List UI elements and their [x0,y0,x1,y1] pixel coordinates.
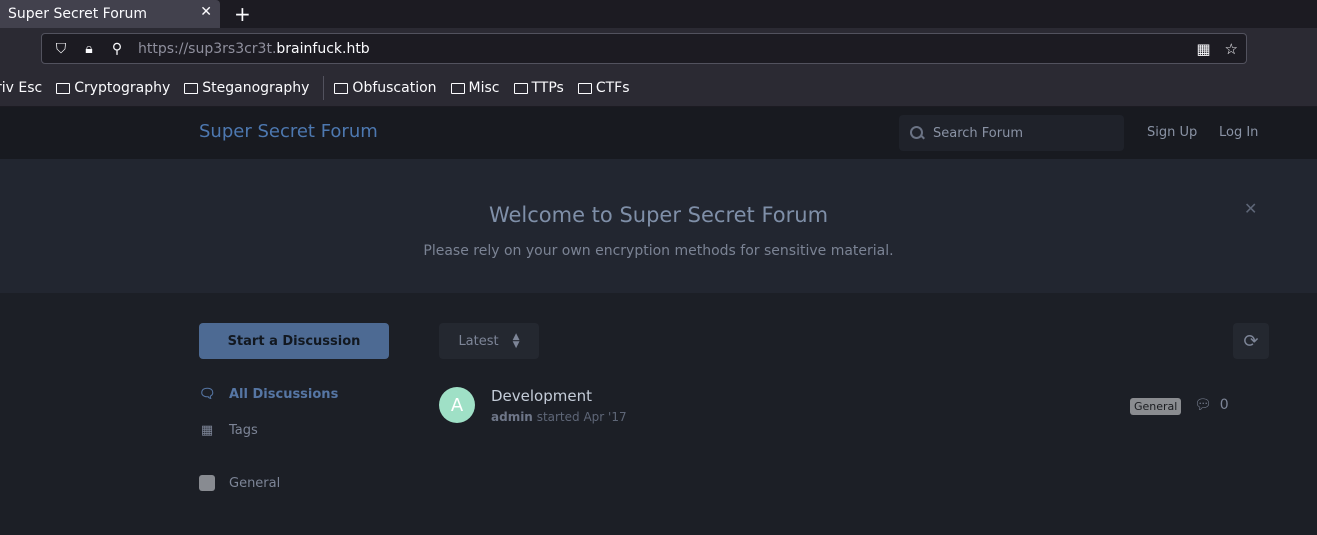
welcome-hero: Welcome to Super Secret Forum Please rel… [0,159,1317,293]
folder-icon [334,82,349,94]
bookmark-separator [323,76,325,100]
forum-title[interactable]: Super Secret Forum [199,121,378,142]
tag-color-swatch [199,475,215,491]
bookmark-label: CTFs [595,80,630,96]
grid-icon: ▦ [200,423,214,438]
sidebar-item-label: General [229,475,281,491]
sidebar-item-tags[interactable]: ▦ Tags [199,423,258,438]
browser-nav-bar: ⛉ 🔒︎ ⚲ https://sup3rs3cr3t.brainfuck.htb… [0,28,1317,70]
bookmark-item[interactable]: Misc [450,80,500,96]
discussion-started: started Apr '17 [536,410,627,424]
discussion-meta: admin started Apr '17 [491,410,627,424]
sign-up-link[interactable]: Sign Up [1147,125,1197,140]
new-tab-icon[interactable]: + [234,2,251,26]
bookmark-label: Misc [468,80,500,96]
bookmark-item[interactable]: TTPs [513,80,564,96]
refresh-icon: ⟳ [1243,330,1259,352]
sort-dropdown[interactable]: Latest ▲ ▼ [439,323,539,359]
bookmark-star-icon[interactable]: ☆ [1225,40,1238,58]
reply-count: 💬︎ 0 [1194,397,1229,413]
sort-label: Latest [458,333,499,349]
tab-title: Super Secret Forum [8,6,148,22]
shield-icon[interactable]: ⛉ [52,41,70,57]
search-input[interactable] [933,125,1113,141]
bookmarks-toolbar: riv Esc Cryptography Steganography Obfuscat… [0,70,1317,107]
qr-code-icon[interactable]: ▦ [1196,40,1210,58]
sort-arrows-icon: ▲ ▼ [512,332,520,350]
start-discussion-button[interactable]: Start a Discussion [199,323,389,359]
avatar[interactable]: A [439,387,475,423]
log-in-link[interactable]: Log In [1219,125,1258,140]
close-tab-icon[interactable]: ✕ [200,4,212,20]
bookmark-label: TTPs [531,80,564,96]
folder-icon [184,82,199,94]
close-hero-icon[interactable]: ✕ [1244,199,1257,218]
main-content: Start a Discussion 🗨︎ All Discussions ▦ … [0,293,1317,535]
bookmark-item[interactable]: riv Esc [0,80,42,96]
sidebar-item-general[interactable]: General [199,475,280,491]
url-bar[interactable]: ⛉ 🔒︎ ⚲ https://sup3rs3cr3t.brainfuck.htb… [41,33,1247,64]
folder-icon [513,82,528,94]
url-host: brainfuck.htb [276,40,370,57]
bookmark-label: riv Esc [0,80,43,96]
search-box[interactable] [899,115,1124,151]
tag-badge[interactable]: General [1130,398,1182,415]
permissions-icon[interactable]: ⚲ [108,41,126,57]
url-actions: ▦ ☆ [1196,40,1238,58]
bookmark-item[interactable]: Steganography [184,80,309,96]
lock-icon[interactable]: 🔒︎ [80,41,98,57]
bookmark-item[interactable]: Obfuscation [334,80,437,96]
forum-header: Super Secret Forum Sign Up Log In [0,107,1317,159]
search-icon [910,126,924,140]
folder-icon [450,82,465,94]
comment-icon: 💬︎ [1194,397,1212,413]
bookmark-item[interactable]: CTFs [577,80,630,96]
hero-subtitle: Please rely on your own encryption metho… [423,243,894,259]
browser-tab-strip: Super Secret Forum ✕ + [0,0,1317,28]
bookmark-item[interactable]: Cryptography [56,80,170,96]
discussion-title[interactable]: Development [491,387,592,405]
folder-icon [577,82,592,94]
sidebar-item-label: Tags [229,423,258,438]
bookmark-label: Cryptography [74,80,171,96]
sidebar-item-label: All Discussions [229,387,339,402]
url-text[interactable]: https://sup3rs3cr3t.brainfuck.htb [138,41,370,57]
bookmark-label: Obfuscation [352,80,437,96]
comments-icon: 🗨︎ [199,387,216,402]
url-scheme-path: https://sup3rs3cr3t. [138,40,277,57]
reply-count-value: 0 [1219,397,1229,413]
sidebar-item-all-discussions[interactable]: 🗨︎ All Discussions [199,387,338,402]
folder-icon [56,82,71,94]
bookmark-label: Steganography [202,80,310,96]
refresh-button[interactable]: ⟳ [1233,323,1269,359]
discussion-author[interactable]: admin [491,410,533,424]
hero-title: Welcome to Super Secret Forum [488,203,829,227]
browser-tab[interactable]: Super Secret Forum ✕ [0,0,220,28]
